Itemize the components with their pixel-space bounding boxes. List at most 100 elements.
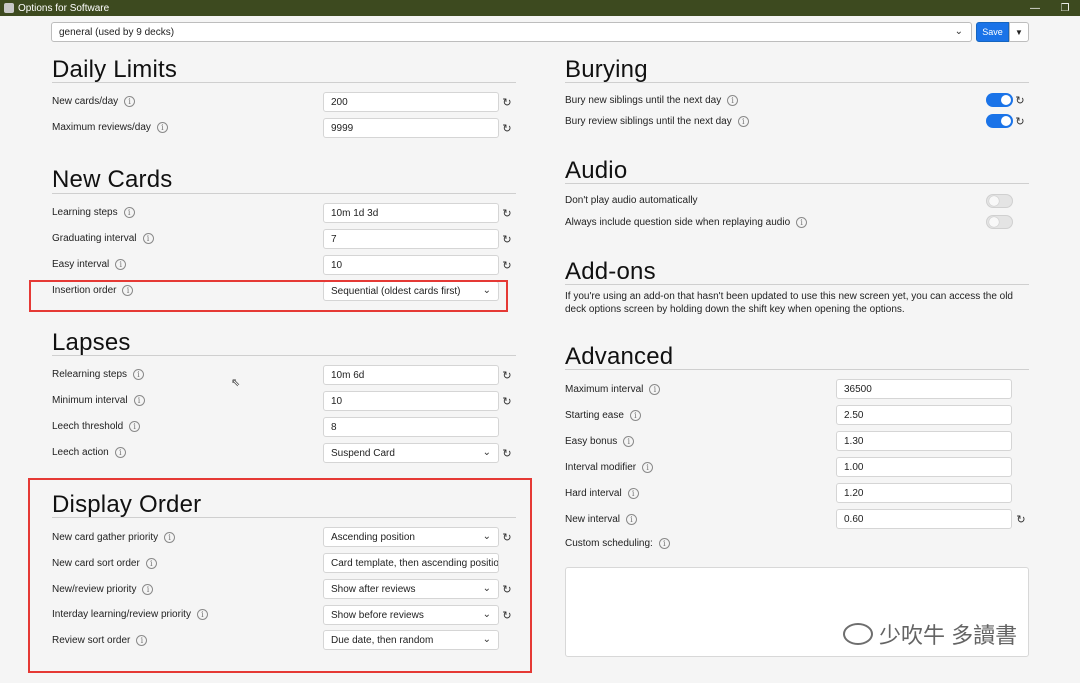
row-label-hard-interval: Hard interval i	[565, 488, 639, 499]
row-label-easy-bonus: Easy bonus i	[565, 436, 635, 447]
caret-down-icon: ▼	[1015, 27, 1023, 37]
section-title-daily-limits: Daily Limits	[52, 56, 178, 83]
row-label-leech-action: Leech action i	[52, 447, 126, 458]
section-divider	[52, 355, 516, 356]
info-icon[interactable]: i	[649, 384, 661, 395]
revert-icon[interactable]: ↻	[501, 233, 513, 246]
info-icon[interactable]: i	[133, 369, 145, 380]
new-cards-day-input[interactable]: 200	[323, 92, 499, 112]
window-titlebar: Options for Software — ❐	[0, 0, 1080, 16]
row-label-bury-new-siblings: Bury new siblings until the next day i	[565, 95, 739, 106]
info-icon[interactable]: i	[658, 538, 670, 549]
section-title-advanced: Advanced	[565, 343, 674, 370]
row-label-leech-threshold: Leech threshold i	[52, 421, 141, 432]
bury-review-siblings-toggle[interactable]	[986, 114, 1013, 128]
info-icon[interactable]: i	[133, 395, 145, 406]
row-label-relearning-steps: Relearning steps i	[52, 369, 145, 380]
row-label-graduating-interval: Graduating interval i	[52, 233, 154, 244]
easy-bonus-input[interactable]: 1.30	[836, 431, 1012, 451]
row-label-maximum-reviews: Maximum reviews/day i	[52, 122, 168, 133]
maximum-reviews-input[interactable]: 9999	[323, 118, 499, 138]
row-label-interval-modifier: Interval modifier i	[565, 462, 654, 473]
highlight-box-display-order	[28, 478, 532, 673]
restore-icon[interactable]: ❐	[1050, 0, 1080, 16]
mouse-cursor-icon: ⇖	[231, 377, 241, 389]
info-icon[interactable]: i	[142, 233, 154, 244]
revert-icon[interactable]: ↻	[1014, 94, 1026, 107]
row-label-starting-ease: Starting ease i	[565, 410, 641, 421]
graduating-interval-input[interactable]: 7	[323, 229, 499, 249]
revert-icon[interactable]: ↻	[501, 207, 513, 220]
preset-toolbar: general (used by 9 decks) ⌄ Save ▼	[0, 16, 1080, 46]
info-icon[interactable]: i	[629, 410, 641, 421]
info-icon[interactable]: i	[115, 259, 127, 270]
row-label-minimum-interval: Minimum interval i	[52, 395, 145, 406]
row-label-easy-interval: Easy interval i	[52, 259, 127, 270]
add-ons-description: If you're using an add-on that hasn't be…	[565, 291, 1013, 315]
info-icon[interactable]: i	[123, 207, 135, 218]
info-icon[interactable]: i	[642, 462, 654, 473]
starting-ease-input[interactable]: 2.50	[836, 405, 1012, 425]
interval-modifier-input[interactable]: 1.00	[836, 457, 1012, 477]
chevron-down-icon: ⌄	[479, 447, 491, 458]
info-icon[interactable]: i	[727, 95, 739, 106]
info-icon[interactable]: i	[114, 447, 126, 458]
row-label-maximum-interval: Maximum interval i	[565, 384, 661, 395]
section-divider	[565, 284, 1029, 285]
revert-icon[interactable]: ↻	[501, 447, 513, 460]
info-icon[interactable]: i	[623, 436, 635, 447]
row-label-include-question-side: Always include question side when replay…	[565, 217, 808, 228]
revert-icon[interactable]: ↻	[501, 395, 513, 408]
learning-steps-input[interactable]: 10m 1d 3d	[323, 203, 499, 223]
info-icon[interactable]: i	[129, 421, 141, 432]
preset-select-value: general (used by 9 decks)	[59, 26, 175, 38]
row-label-dont-play-audio: Don't play audio automatically	[565, 195, 698, 206]
row-label-new-cards-day: New cards/day i	[52, 96, 136, 107]
chevron-down-icon: ⌄	[954, 26, 963, 37]
save-button[interactable]: Save	[976, 22, 1009, 42]
maximum-interval-input[interactable]: 36500	[836, 379, 1012, 399]
revert-icon[interactable]: ↻	[1015, 513, 1027, 526]
relearning-steps-input[interactable]: 10m 6d	[323, 365, 499, 385]
section-title-lapses: Lapses	[52, 329, 131, 356]
include-question-side-toggle[interactable]	[986, 215, 1013, 229]
section-title-burying: Burying	[565, 56, 648, 83]
section-divider	[565, 369, 1029, 370]
app-icon	[4, 3, 14, 13]
section-divider	[565, 82, 1029, 83]
highlight-box-insertion-order	[29, 280, 508, 312]
window-title: Options for Software	[18, 2, 110, 14]
section-divider	[52, 82, 516, 83]
info-icon[interactable]: i	[737, 116, 749, 127]
section-title-new-cards: New Cards	[52, 166, 173, 193]
info-icon[interactable]: i	[627, 488, 639, 499]
info-icon[interactable]: i	[124, 96, 136, 107]
new-interval-input[interactable]: 0.60	[836, 509, 1012, 529]
hard-interval-input[interactable]: 1.20	[836, 483, 1012, 503]
revert-icon[interactable]: ↻	[501, 259, 513, 272]
revert-icon[interactable]: ↻	[501, 122, 513, 135]
save-options-dropdown[interactable]: ▼	[1009, 22, 1029, 42]
revert-icon[interactable]: ↻	[501, 96, 513, 109]
leech-action-select[interactable]: Suspend Card ⌄	[323, 443, 499, 463]
dont-play-audio-toggle[interactable]	[986, 194, 1013, 208]
info-icon[interactable]: i	[796, 217, 808, 228]
easy-interval-input[interactable]: 10	[323, 255, 499, 275]
wechat-icon	[843, 623, 873, 645]
minimum-interval-input[interactable]: 10	[323, 391, 499, 411]
section-divider	[52, 193, 516, 194]
revert-icon[interactable]: ↻	[1014, 115, 1026, 128]
row-label-bury-review-siblings: Bury review siblings until the next day i	[565, 116, 749, 127]
minimize-icon[interactable]: —	[1020, 0, 1050, 16]
watermark-text: 少吹牛 多讀書	[879, 623, 1018, 648]
row-label-new-interval: New interval i	[565, 514, 638, 525]
bury-new-siblings-toggle[interactable]	[986, 93, 1013, 107]
info-icon[interactable]: i	[156, 122, 168, 133]
leech-threshold-input[interactable]: 8	[323, 417, 499, 437]
preset-select[interactable]: general (used by 9 decks) ⌄	[51, 22, 972, 42]
revert-icon[interactable]: ↻	[501, 369, 513, 382]
section-title-audio: Audio	[565, 157, 628, 184]
row-label-custom-scheduling: Custom scheduling: i	[565, 538, 670, 549]
section-title-add-ons: Add-ons	[565, 258, 656, 285]
info-icon[interactable]: i	[626, 514, 638, 525]
